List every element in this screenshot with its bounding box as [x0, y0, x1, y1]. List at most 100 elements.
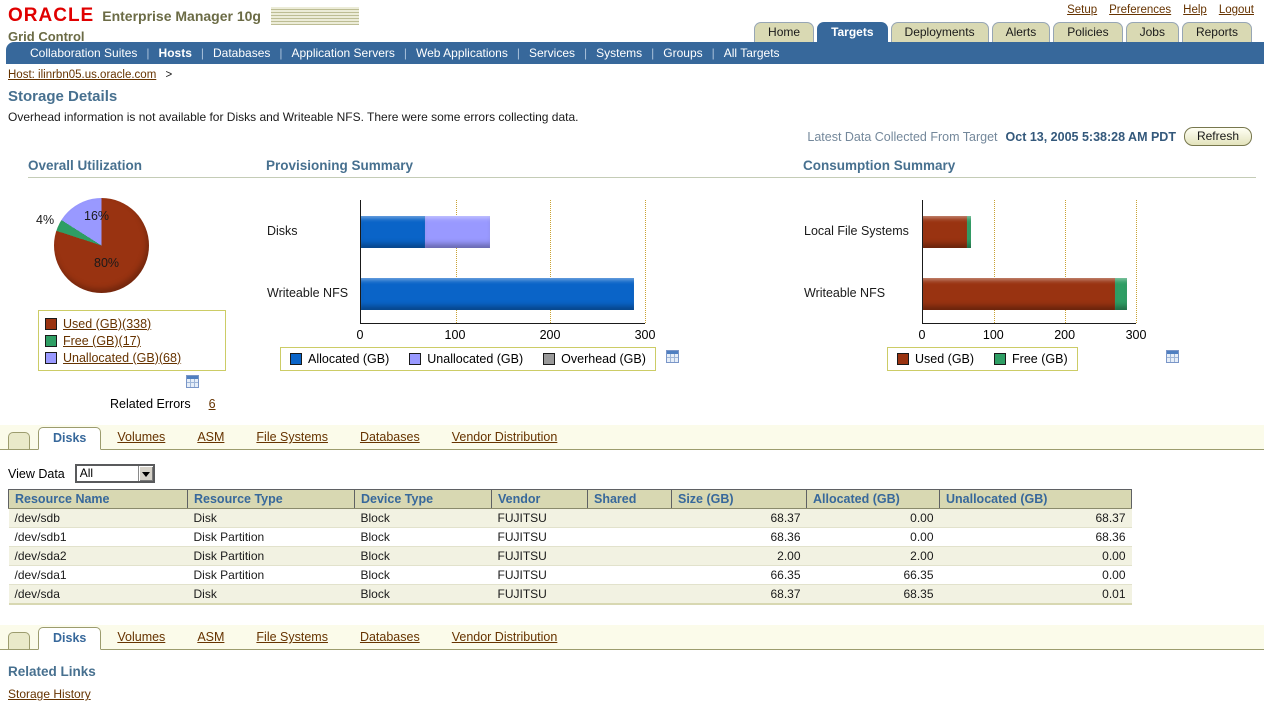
related-errors-label: Related Errors [110, 397, 191, 411]
col-resource-type: Resource Type [188, 490, 355, 509]
storage-history-link[interactable]: Storage History [8, 687, 91, 701]
cell: 0.00 [807, 528, 940, 547]
cell: 0.00 [940, 566, 1132, 585]
related-errors-count-link[interactable]: 6 [209, 397, 216, 411]
nav-all-targets[interactable]: All Targets [724, 46, 780, 60]
subtab-databases[interactable]: Databases [360, 430, 420, 444]
tab-targets[interactable]: Targets [817, 22, 887, 42]
charts-section: Overall Utilization 80% 4% 16% Used (GB)… [28, 158, 1256, 411]
used-swatch [897, 353, 909, 365]
nav-collaboration-suites[interactable]: Collaboration Suites [30, 46, 137, 60]
x-tick: 0 [919, 328, 926, 342]
subtab-volumes[interactable]: Volumes [117, 430, 165, 444]
cell: 0.00 [940, 547, 1132, 566]
free-swatch [45, 335, 57, 347]
col-resource-name: Resource Name [9, 490, 188, 509]
provisioning-summary-heading: Provisioning Summary [266, 158, 803, 178]
cell: Block [355, 509, 492, 528]
logout-link[interactable]: Logout [1219, 4, 1254, 16]
pie-label-free: 4% [36, 213, 54, 227]
breadcrumb-separator: > [166, 69, 173, 81]
pie-label-used: 80% [94, 256, 119, 270]
subtab-volumes[interactable]: Volumes [117, 630, 165, 644]
pie-legend: Used (GB)(338) Free (GB)(17) Unallocated… [38, 310, 226, 371]
subtab-file-systems[interactable]: File Systems [256, 630, 328, 644]
nav-services[interactable]: Services [529, 46, 575, 60]
dropdown-arrow-icon[interactable] [138, 466, 153, 481]
subtab-vendor-distribution[interactable]: Vendor Distribution [452, 630, 558, 644]
cell: 2.00 [807, 547, 940, 566]
unallocated-legend-link[interactable]: Unallocated (GB)(68) [63, 351, 181, 365]
x-tick: 300 [1126, 328, 1147, 342]
subtab-disks[interactable]: Disks [38, 427, 101, 450]
subtab-vendor-distribution[interactable]: Vendor Distribution [452, 430, 558, 444]
disks-unallocated-segment [425, 216, 489, 248]
free-legend-link[interactable]: Free (GB)(17) [63, 334, 141, 348]
breadcrumb-host-link[interactable]: Host: ilinrbn05.us.oracle.com [8, 69, 156, 81]
provisioning-legend: Allocated (GB) Unallocated (GB) Overhead… [280, 347, 656, 371]
cell: Disk [188, 509, 355, 528]
pie-label-unallocated: 16% [84, 209, 109, 223]
help-link[interactable]: Help [1183, 4, 1207, 16]
refresh-button[interactable]: Refresh [1184, 127, 1252, 146]
consumption-bar-chart: Local File Systems Writeable NFS [922, 200, 1136, 324]
x-tick: 300 [635, 328, 656, 342]
cell [588, 585, 672, 605]
cell: Block [355, 585, 492, 605]
tab-deployments[interactable]: Deployments [891, 22, 989, 42]
subtab-databases[interactable]: Databases [360, 630, 420, 644]
nav-systems[interactable]: Systems [596, 46, 642, 60]
view-data-select[interactable]: All [75, 464, 155, 483]
nav-application-servers[interactable]: Application Servers [292, 46, 395, 60]
nav-hosts[interactable]: Hosts [159, 46, 192, 60]
provisioning-x-axis: 0 100 200 300 [360, 326, 645, 343]
tab-jobs[interactable]: Jobs [1126, 22, 1179, 42]
table-view-icon[interactable] [666, 350, 679, 368]
table-view-icon[interactable] [186, 375, 199, 392]
cell [588, 566, 672, 585]
cell: 68.37 [940, 509, 1132, 528]
tab-reports[interactable]: Reports [1182, 22, 1252, 42]
used-legend-link[interactable]: Used (GB)(338) [63, 317, 151, 331]
cell [588, 509, 672, 528]
subtab-asm[interactable]: ASM [197, 630, 224, 644]
nav-separator: | [279, 46, 282, 60]
subtab-disks[interactable]: Disks [38, 627, 101, 650]
tab-alerts[interactable]: Alerts [992, 22, 1051, 42]
table-view-icon[interactable] [1166, 350, 1179, 368]
setup-link[interactable]: Setup [1067, 4, 1097, 16]
brand-stripes-decoration [271, 7, 359, 25]
view-data-row: View Data All [8, 464, 1264, 483]
subtab-asm[interactable]: ASM [197, 430, 224, 444]
unallocated-legend-label: Unallocated (GB) [427, 352, 523, 366]
cell: /dev/sda1 [9, 566, 188, 585]
subtab-file-systems[interactable]: File Systems [256, 430, 328, 444]
tab-policies[interactable]: Policies [1053, 22, 1122, 42]
consumption-x-axis: 0 100 200 300 [922, 326, 1136, 343]
cell: 68.35 [807, 585, 940, 605]
cell: FUJITSU [492, 547, 588, 566]
nav-web-applications[interactable]: Web Applications [416, 46, 508, 60]
provisioning-summary-section: Provisioning Summary Disks Writeable NFS… [266, 158, 803, 411]
cell: 66.35 [672, 566, 807, 585]
gridline [645, 200, 646, 323]
nav-databases[interactable]: Databases [213, 46, 270, 60]
cell: 68.36 [672, 528, 807, 547]
table-row: /dev/sdaDiskBlockFUJITSU68.3768.350.01 [9, 585, 1132, 605]
disks-bar [361, 216, 645, 248]
cell: Block [355, 547, 492, 566]
consumption-summary-section: Consumption Summary Local File Systems W… [803, 158, 1256, 411]
product-name: Enterprise Manager 10g [102, 8, 261, 24]
nav-groups[interactable]: Groups [663, 46, 702, 60]
nav-separator: | [201, 46, 204, 60]
cell: /dev/sdb [9, 509, 188, 528]
nav-separator: | [146, 46, 149, 60]
allocated-swatch [290, 353, 302, 365]
writeable-nfs-bar [923, 278, 1136, 310]
table-header-row: Resource Name Resource Type Device Type … [9, 490, 1132, 509]
used-swatch [45, 318, 57, 330]
preferences-link[interactable]: Preferences [1109, 4, 1171, 16]
local-file-systems-bar [923, 216, 1136, 248]
tab-home[interactable]: Home [754, 22, 814, 42]
cell: FUJITSU [492, 585, 588, 605]
